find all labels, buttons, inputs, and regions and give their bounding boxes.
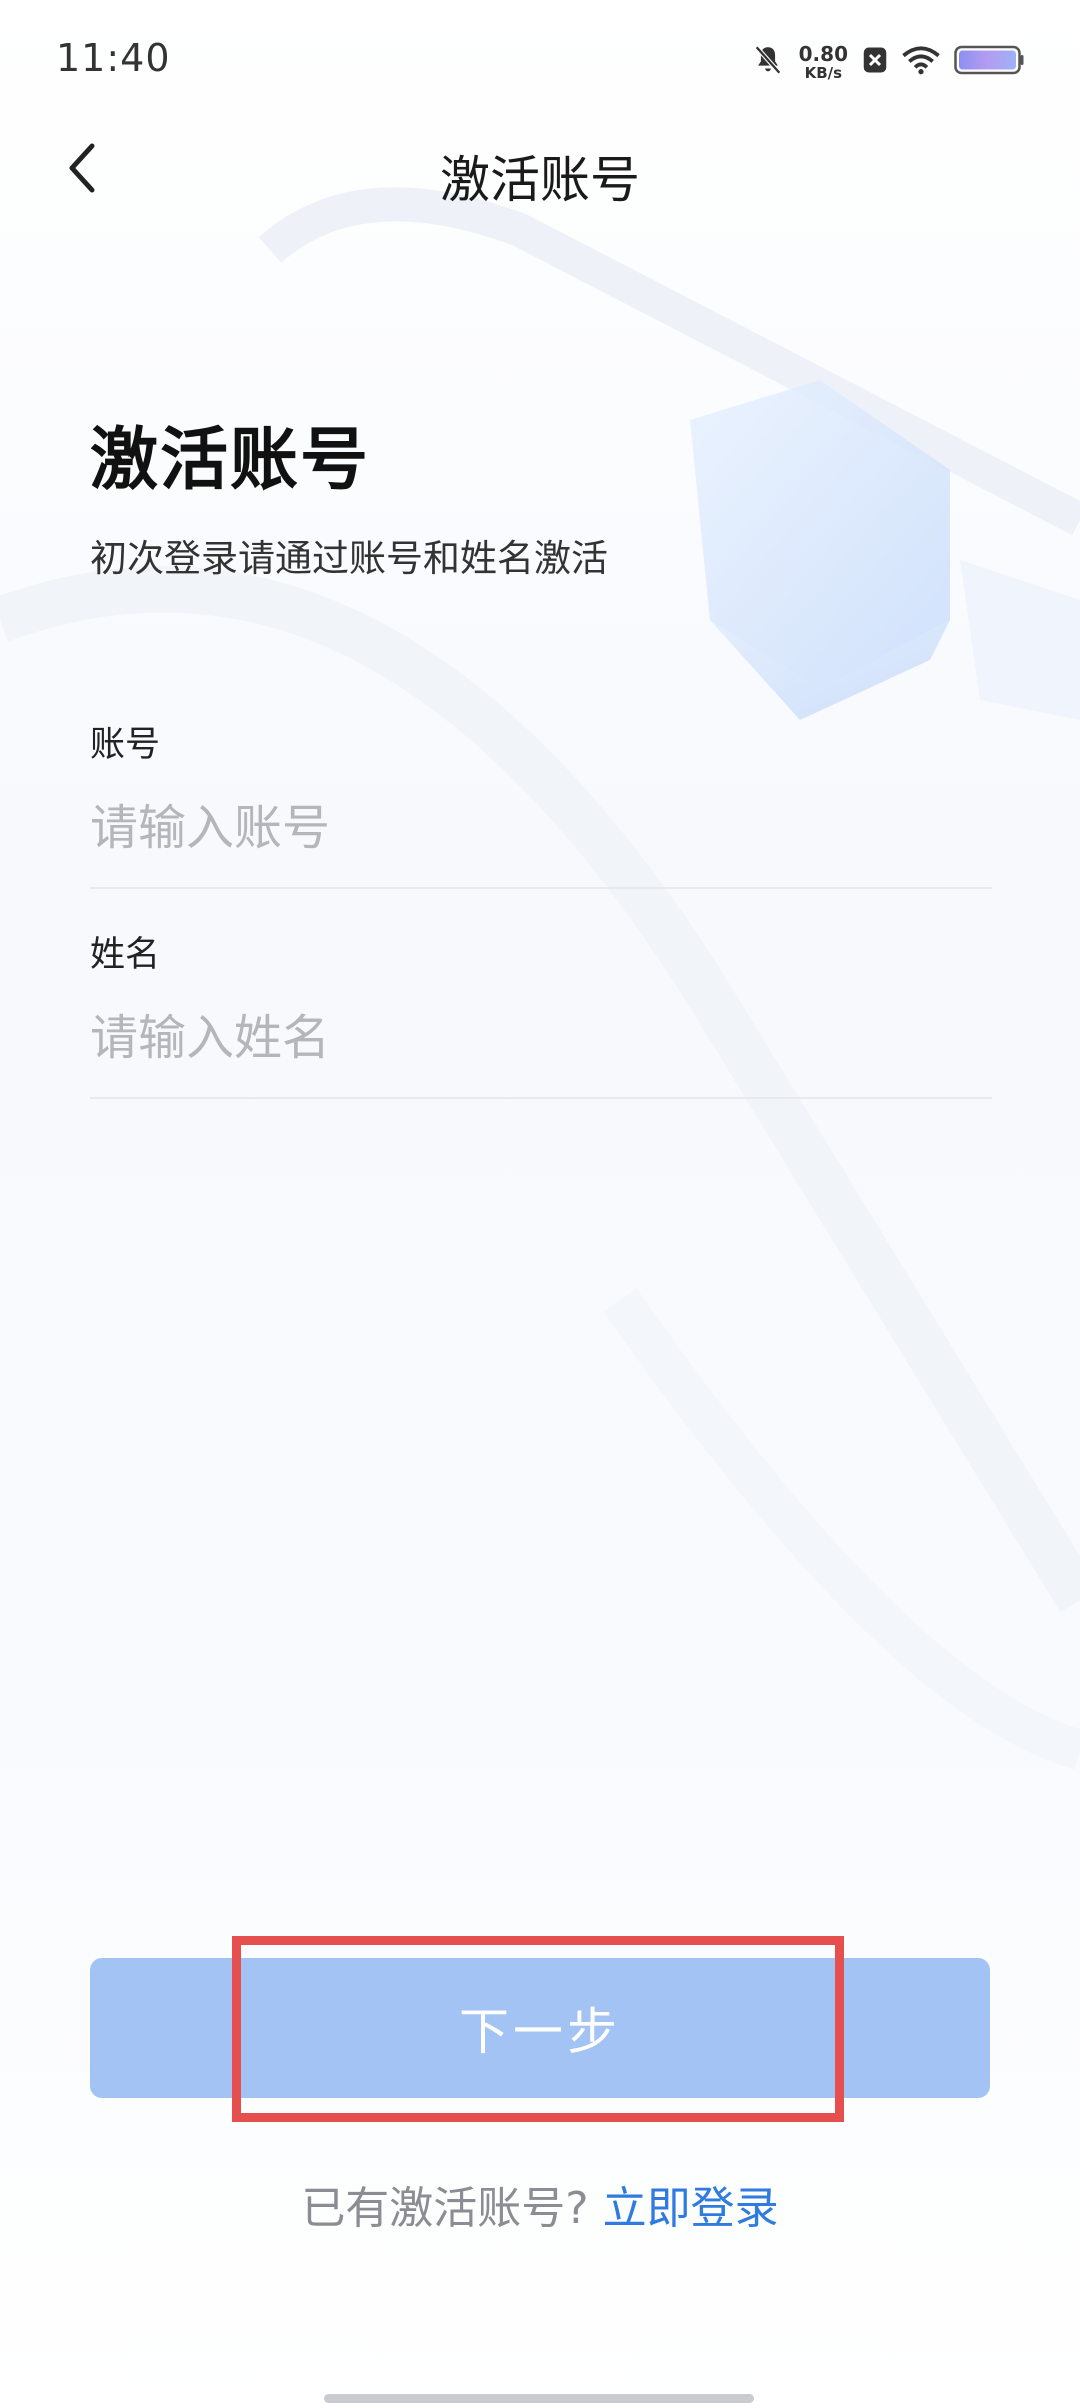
login-link[interactable]: 立即登录 — [603, 2183, 779, 2234]
name-input[interactable] — [90, 1003, 992, 1073]
status-bar: 11:40 0.80 KB/s — [0, 0, 1080, 126]
account-divider — [90, 887, 992, 889]
name-divider — [90, 1097, 992, 1099]
account-label: 账号 — [90, 725, 161, 765]
status-time: 11:40 — [56, 36, 171, 80]
bell-muted-icon — [751, 43, 785, 81]
wifi-icon — [902, 45, 940, 79]
account-input[interactable] — [90, 793, 992, 863]
battery-icon — [954, 44, 1024, 80]
page-heading: 激活账号 — [90, 421, 371, 500]
home-indicator[interactable] — [324, 2394, 754, 2403]
close-badge-icon — [862, 45, 888, 79]
account-field: 账号 — [90, 716, 992, 889]
login-prompt-row: 已有激活账号? 立即登录 — [0, 2172, 1080, 2236]
nav-bar: 激活账号 — [0, 126, 1080, 214]
net-speed-value: 0.80 — [798, 41, 848, 66]
net-speed-unit: KB/s — [804, 63, 843, 82]
next-button[interactable]: 下一步 — [90, 1958, 990, 2098]
activate-account-screen: 11:40 0.80 KB/s 激活账号 激活账号 初次登录请通过账号和姓名激活… — [0, 0, 1080, 2408]
status-icons: 0.80 KB/s — [751, 40, 1024, 84]
net-speed: 0.80 KB/s — [799, 44, 848, 81]
page-subtitle: 初次登录请通过账号和姓名激活 — [90, 537, 608, 580]
nav-title: 激活账号 — [440, 151, 640, 209]
login-prompt-text: 已有激活账号? — [301, 2183, 589, 2234]
name-field: 姓名 — [90, 926, 992, 1099]
name-label: 姓名 — [90, 935, 161, 975]
